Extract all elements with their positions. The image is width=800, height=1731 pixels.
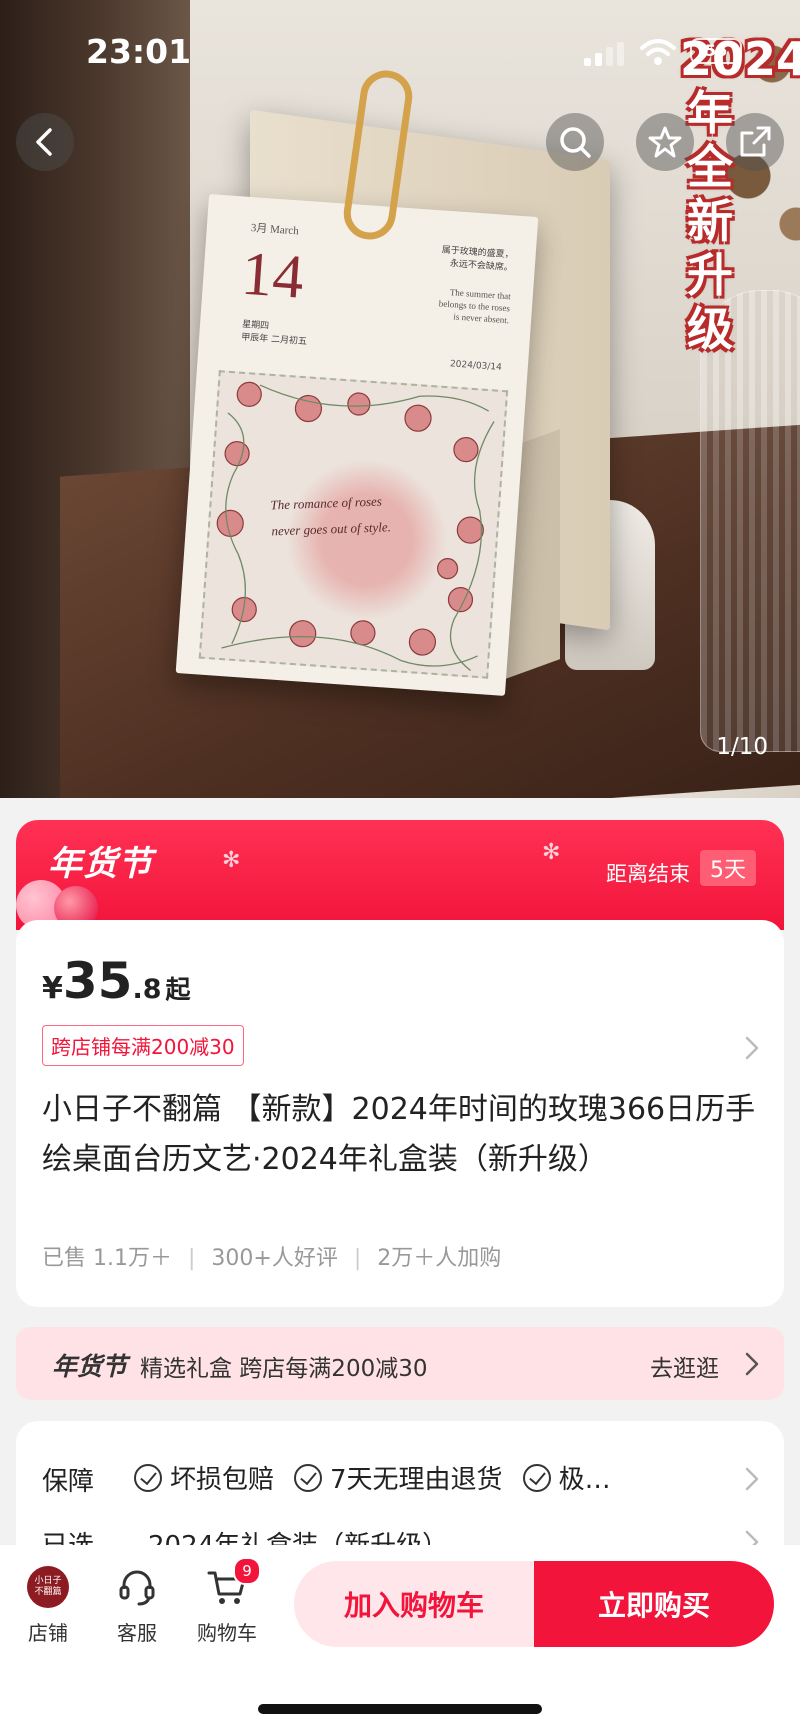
back-button[interactable] <box>16 113 74 171</box>
snowflake-icon: ✻ <box>222 848 241 873</box>
promo-action[interactable]: 去逛逛 <box>650 1349 719 1383</box>
calendar-day: 14 <box>239 239 306 312</box>
glass-vase <box>700 290 800 752</box>
calendar-weekday: 星期四 甲辰年 二月初五 <box>240 319 308 348</box>
shop-logo: 小日子 不翻篇 <box>27 1566 69 1608</box>
coupon-tag[interactable]: 跨店铺每满200减30 <box>42 1025 244 1066</box>
check-circle-icon <box>294 1463 323 1492</box>
share-icon <box>740 126 771 157</box>
product-title: 小日子不翻篇 【新款】2024年时间的玫瑰366日历手绘桌面台历文艺·2024年… <box>42 1092 756 1177</box>
signal-icon <box>584 42 624 66</box>
price-decimal: .8 <box>132 974 162 1005</box>
share-button[interactable] <box>726 113 784 171</box>
shop-tab[interactable]: 小日子 不翻篇 店铺 <box>8 1565 88 1646</box>
cart-add-count: 2万＋人加购 <box>377 1246 502 1271</box>
divider: | <box>353 1246 362 1271</box>
wifi-icon <box>640 39 676 65</box>
promo-text: 精选礼盒 跨店每满200减30 <box>140 1356 428 1382</box>
guarantee-item: 坏损包赔 <box>134 1459 274 1496</box>
buy-now-button[interactable]: 立即购买 <box>534 1561 774 1647</box>
guarantee-list: 坏损包赔 7天无理由退货 极… <box>134 1459 631 1496</box>
festival-banner[interactable]: ✻ ✻ 年货节 距离结束 5天 <box>16 820 784 930</box>
star-icon <box>648 126 682 158</box>
search-button[interactable] <box>546 113 604 171</box>
sold-count: 已售 1.1万＋ <box>42 1246 172 1271</box>
status-bar: 23:01 56 <box>0 0 800 100</box>
cart-tab[interactable]: 9 购物车 <box>187 1557 267 1646</box>
price-suffix: 起 <box>165 975 191 1004</box>
headset-icon <box>119 1570 155 1606</box>
promo-logo: 年货节 <box>52 1352 128 1381</box>
guarantee-item: 极… <box>522 1459 611 1496</box>
guarantee-text: 坏损包赔 <box>170 1465 275 1495</box>
customer-service-label: 客服 <box>117 1621 157 1645</box>
status-time: 23:01 <box>86 32 192 71</box>
countdown-label: 距离结束 <box>606 862 690 886</box>
rose-illustration: The romance of roses never goes out of s… <box>198 370 509 679</box>
search-icon <box>560 127 591 158</box>
calendar-quote-en: The summer that belongs to the roses is … <box>438 287 512 326</box>
battery-icon: 56 <box>690 38 742 64</box>
chevron-left-icon <box>36 128 52 156</box>
image-counter: 1/10 <box>716 734 768 760</box>
chevron-right-icon <box>745 1467 759 1491</box>
snowflake-icon: ✻ <box>542 840 561 865</box>
price: ¥35.8 起 <box>42 952 191 1010</box>
guarantee-text: 7天无理由退货 <box>330 1465 503 1495</box>
favorite-button[interactable] <box>636 113 694 171</box>
promo-bar[interactable]: 年货节 精选礼盒 跨店每满200减30 去逛逛 <box>16 1327 784 1400</box>
price-currency: ¥ <box>42 971 63 1006</box>
check-circle-icon <box>522 1463 551 1492</box>
bottom-action-bar: 小日子 不翻篇 店铺 客服 9 购物车 加入购物车 立即购买 <box>0 1545 800 1731</box>
cart-tab-label: 购物车 <box>197 1621 257 1645</box>
chevron-right-icon[interactable] <box>744 1035 760 1061</box>
calendar-page: 3月 March 14 星期四 甲辰年 二月初五 属于玫瑰的盛夏， 永远不会缺席… <box>175 194 539 696</box>
chevron-right-icon <box>745 1352 759 1376</box>
shop-tab-label: 店铺 <box>28 1621 68 1645</box>
home-indicator <box>258 1704 542 1714</box>
product-info-card: ¥35.8 起 跨店铺每满200减30 小日子不翻篇 【新款】2024年时间的玫瑰… <box>16 920 784 1307</box>
review-count: 300+人好评 <box>211 1246 338 1271</box>
calendar-date: 2024/03/14 <box>449 359 503 373</box>
customer-service-tab[interactable]: 客服 <box>97 1565 177 1646</box>
art-caption-line-2: never goes out of style. <box>271 519 392 539</box>
guarantee-item: 7天无理由退货 <box>294 1459 503 1496</box>
countdown-days: 5天 <box>700 850 756 886</box>
guarantee-label: 保障 <box>42 1467 95 1497</box>
divider: | <box>187 1246 196 1271</box>
add-to-cart-button[interactable]: 加入购物车 <box>294 1561 534 1647</box>
guarantee-text: 极… <box>558 1465 611 1495</box>
cart-count-badge: 9 <box>233 1557 261 1585</box>
check-circle-icon <box>134 1463 162 1492</box>
sales-stats: 已售 1.1万＋ | 300+人好评 | 2万＋人加购 <box>42 1240 501 1272</box>
festival-logo: 年货节 <box>48 844 153 884</box>
calendar-quote-cn: 属于玫瑰的盛夏， 永远不会缺席。 <box>441 245 514 274</box>
calendar-month: 3月 March <box>250 222 300 238</box>
price-integer: 35 <box>62 952 133 1010</box>
